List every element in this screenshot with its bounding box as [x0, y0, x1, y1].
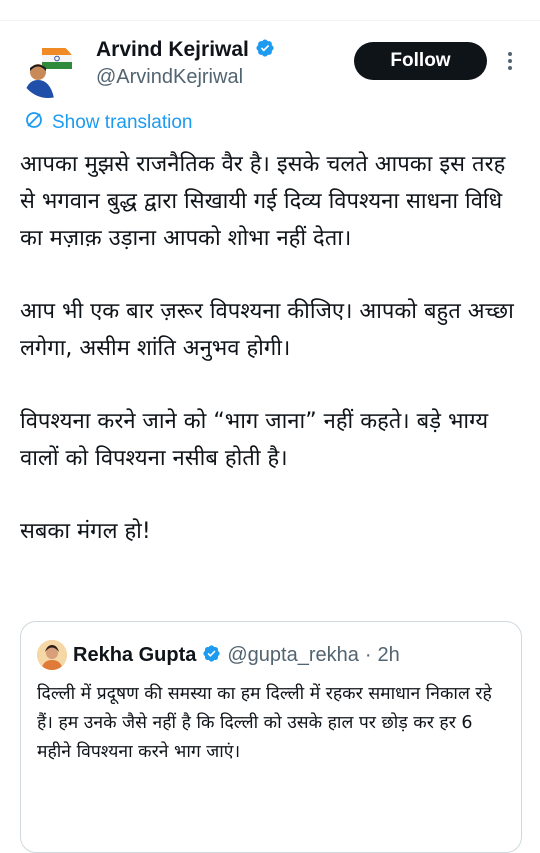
follow-button[interactable]: Follow — [354, 42, 487, 80]
quoted-separator: · — [364, 643, 372, 666]
author-avatar[interactable] — [20, 42, 76, 98]
avatar-image — [20, 42, 76, 98]
author-display-name[interactable]: Arvind Kejriwal — [96, 38, 249, 62]
quoted-timestamp[interactable]: 2h — [378, 644, 400, 667]
show-translation-link[interactable]: Show translation — [24, 110, 192, 136]
more-vertical-icon[interactable] — [503, 50, 517, 72]
show-translation-label[interactable]: Show translation — [52, 112, 192, 134]
top-divider — [0, 20, 540, 21]
tweet-body: आपका मुझसे राजनैतिक वैर है। इसके चलते आप… — [20, 146, 525, 586]
verified-badge-icon — [202, 644, 221, 667]
tweet-paragraph: आपका मुझसे राजनैतिक वैर है। इसके चलते आप… — [20, 152, 506, 251]
tweet-paragraph: विपश्यना करने जाने को “भाग जाना” नहीं कह… — [20, 409, 489, 471]
author-name-row[interactable]: Arvind Kejriwal — [96, 38, 275, 62]
quoted-tweet-text: दिल्ली में प्रदूषण की समस्या का हम दिल्ल… — [37, 684, 492, 762]
quoted-author-handle[interactable]: @gupta_rekha — [227, 644, 359, 667]
translate-icon — [24, 110, 44, 136]
quoted-author-avatar[interactable] — [37, 640, 67, 670]
tweet-paragraph: आप भी एक बार ज़रूर विपश्यना कीजिए। आपको … — [20, 299, 514, 361]
quoted-tweet-card[interactable]: Rekha Gupta @gupta_rekha · 2h दिल्ली में… — [20, 621, 522, 853]
quoted-author-name[interactable]: Rekha Gupta — [73, 644, 196, 667]
quoted-tweet-header: Rekha Gupta @gupta_rekha · 2h — [37, 640, 400, 670]
author-handle[interactable]: @ArvindKejriwal — [96, 66, 243, 89]
verified-badge-icon — [255, 38, 275, 62]
tweet-paragraph: सबका मंगल हो! — [20, 519, 151, 544]
